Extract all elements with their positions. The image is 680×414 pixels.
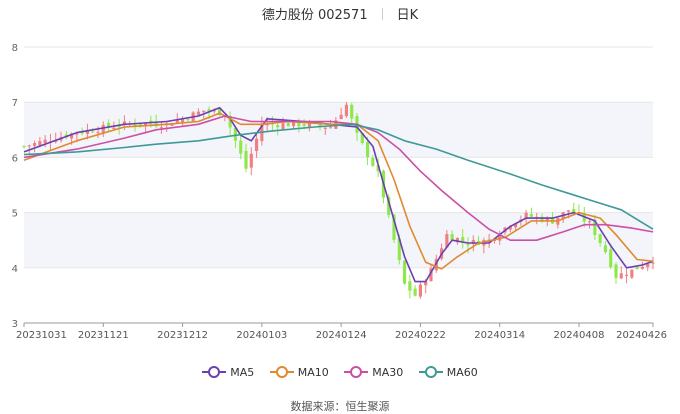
candle-body	[598, 234, 602, 244]
candle-body	[418, 284, 423, 297]
candle-body	[254, 138, 259, 152]
candle-body	[466, 244, 470, 246]
x-tick-label: 20240103	[236, 330, 287, 341]
y-tick-label: 4	[12, 264, 18, 275]
legend: MA5 MA10 MA30 MA60	[0, 366, 680, 379]
x-tick-label: 20231031	[16, 330, 67, 341]
x-tick-label: 20240314	[474, 330, 525, 341]
legend-item-ma5[interactable]: MA5	[202, 366, 254, 379]
legend-marker-ma10	[269, 366, 294, 378]
x-tick-label: 20231212	[157, 330, 208, 341]
y-tick-label: 8	[12, 43, 18, 54]
x-tick-label: 20240222	[395, 330, 446, 341]
candle-body	[328, 127, 333, 129]
kline-chart: 3 4 5 6 7 8 20231031 20231121 20231212 20240103 20…	[12, 43, 667, 341]
candle-body	[112, 127, 116, 129]
candle-body	[619, 273, 623, 279]
legend-label-ma60: MA60	[446, 366, 478, 379]
y-tick-label: 5	[12, 209, 18, 220]
candle-body	[202, 110, 206, 113]
candle-body	[365, 141, 370, 158]
candle-body	[566, 210, 571, 212]
legend-marker-ma30	[344, 366, 369, 378]
legend-marker-ma5	[202, 366, 227, 378]
candle-body	[587, 221, 592, 223]
candle-body	[22, 146, 26, 148]
y-tick-label: 6	[12, 153, 18, 164]
candle-body	[461, 237, 465, 242]
candle-body	[413, 288, 417, 296]
candle-body	[614, 264, 618, 278]
candle-body	[603, 245, 608, 253]
candle-body	[529, 214, 534, 217]
candle-body	[159, 127, 164, 129]
x-tick-label: 20240426	[616, 330, 667, 341]
candle-body	[186, 119, 190, 121]
candle-body	[91, 131, 95, 133]
candle-body	[249, 153, 253, 168]
candle-body	[27, 145, 31, 147]
legend-marker-ma60	[418, 366, 443, 378]
candle-body	[43, 139, 47, 144]
candle-body	[651, 262, 655, 264]
x-tick-label: 20240408	[554, 330, 605, 341]
candle-body	[244, 150, 248, 169]
candle-body	[323, 127, 327, 129]
candle-body	[239, 140, 243, 154]
legend-item-ma30[interactable]: MA30	[344, 366, 403, 379]
candle-body	[630, 269, 634, 278]
candle-body	[196, 111, 201, 115]
candle-body	[371, 157, 375, 166]
candle-body	[117, 126, 121, 128]
legend-item-ma10[interactable]: MA10	[269, 366, 329, 379]
candle-body	[339, 114, 343, 120]
candle-body	[635, 266, 639, 270]
candle-body	[96, 131, 100, 133]
y-tick-label: 3	[12, 319, 18, 330]
candle-body	[302, 124, 306, 127]
candle-body	[402, 260, 407, 284]
candle-body	[276, 124, 280, 128]
x-tick-label: 20240124	[316, 330, 367, 341]
legend-label-ma10: MA10	[297, 366, 329, 379]
candle-body	[38, 141, 42, 146]
candle-body	[350, 104, 354, 119]
candle-body	[450, 234, 454, 241]
data-source: 数据来源：恒生聚源	[290, 400, 390, 413]
candle-body	[609, 249, 613, 267]
legend-label-ma5: MA5	[230, 366, 255, 379]
grid-band	[24, 102, 653, 158]
candle-body	[286, 123, 290, 127]
candle-body	[408, 281, 412, 291]
legend-item-ma60[interactable]: MA60	[418, 366, 478, 379]
candle-body	[640, 266, 645, 269]
y-tick-label: 7	[12, 98, 18, 109]
legend-label-ma30: MA30	[372, 366, 404, 379]
candle-body	[32, 143, 37, 146]
x-tick-label: 20231121	[78, 330, 129, 341]
candle-body	[281, 123, 285, 130]
candle-body	[624, 274, 629, 277]
candle-body	[344, 104, 349, 117]
candle-body	[646, 263, 650, 267]
